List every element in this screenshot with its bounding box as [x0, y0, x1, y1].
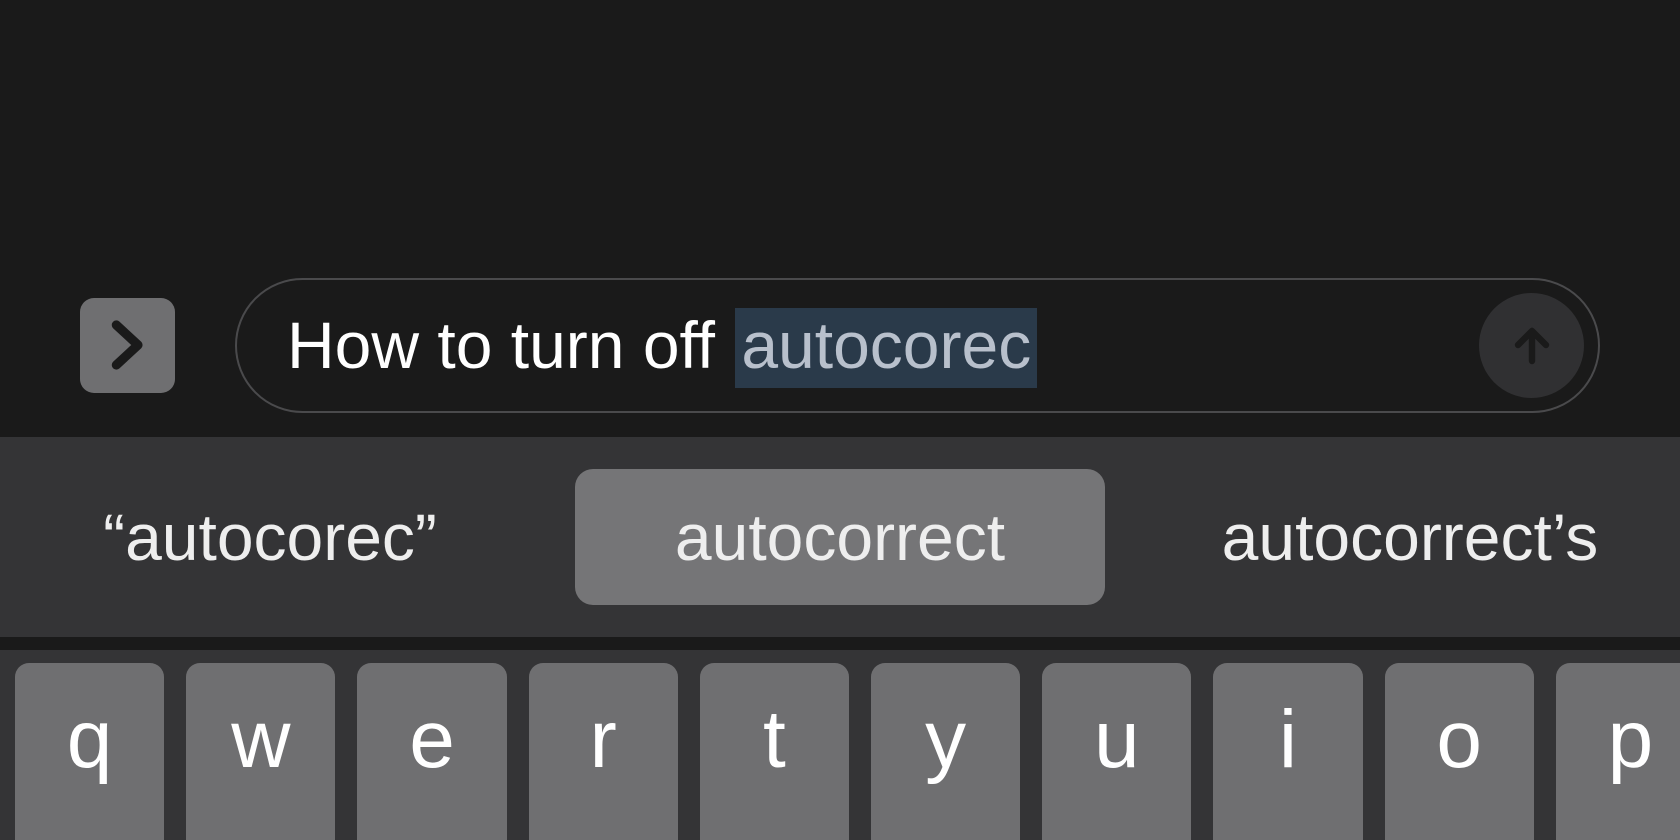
key-i[interactable]: i [1213, 663, 1362, 840]
expand-button[interactable] [80, 298, 175, 393]
text-input-pill[interactable]: How to turn off autocorec [235, 278, 1600, 413]
key-p[interactable]: p [1556, 663, 1680, 840]
top-spacer [0, 0, 1680, 275]
key-e[interactable]: e [357, 663, 506, 840]
arrow-up-icon [1508, 321, 1556, 369]
predictive-text-bar: “autocorec” autocorrect autocorrect’s [0, 437, 1680, 637]
key-w[interactable]: w [186, 663, 335, 840]
key-y[interactable]: y [871, 663, 1020, 840]
input-row: How to turn off autocorec [0, 275, 1680, 415]
key-r[interactable]: r [529, 663, 678, 840]
suggestion-literal[interactable]: “autocorec” [30, 469, 510, 605]
chevron-right-icon [108, 320, 148, 370]
key-o[interactable]: o [1385, 663, 1534, 840]
typed-prefix: How to turn off [287, 308, 733, 382]
keyboard-row: q w e r t y u i o p [0, 650, 1680, 840]
autocorrect-highlight: autocorec [735, 308, 1037, 388]
key-u[interactable]: u [1042, 663, 1191, 840]
suggestion-primary[interactable]: autocorrect [575, 469, 1105, 605]
key-t[interactable]: t [700, 663, 849, 840]
send-button[interactable] [1479, 293, 1584, 398]
typed-text: How to turn off autocorec [287, 307, 1037, 383]
key-q[interactable]: q [15, 663, 164, 840]
suggestion-secondary[interactable]: autocorrect’s [1170, 469, 1650, 605]
